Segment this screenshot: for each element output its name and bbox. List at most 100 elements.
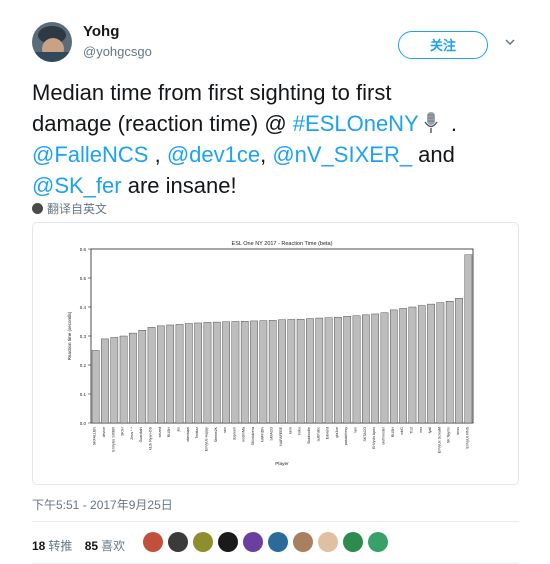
x-tick-label: NAFNDN <box>260 427 264 442</box>
x-tick-label: SKtACO <box>270 427 274 441</box>
chart-bar <box>306 318 314 424</box>
x-tick-label: Skadoodle <box>307 427 311 444</box>
x-tick-label: Twistzz <box>195 427 199 439</box>
liker-avatar[interactable] <box>318 532 338 552</box>
x-tick-label: GuardiaN <box>139 427 143 443</box>
chart-bar <box>408 306 417 424</box>
follow-button[interactable]: 关注 <box>398 31 488 59</box>
chart-bar <box>119 335 128 424</box>
liker-avatar[interactable] <box>218 532 238 552</box>
avatar[interactable] <box>32 22 72 62</box>
y-tick-label: 0.3 <box>80 334 87 339</box>
x-tick-label: Zeus * * <box>130 426 134 439</box>
x-tick-label: autimatic <box>316 427 320 442</box>
x-tick-label: device <box>102 427 106 437</box>
x-tick-label: olofmeister <box>381 426 385 444</box>
mention-link[interactable]: @SK_fer <box>32 173 122 198</box>
x-tick-label: EnVyUs ScreaM <box>437 427 441 453</box>
x-tick-label: bnus <box>456 427 460 435</box>
tweet-stats: 18 转推 85 喜欢 <box>32 537 134 554</box>
chart-bar <box>315 317 324 424</box>
chart-bar <box>464 254 473 424</box>
translate-link[interactable]: 翻译自英文 <box>32 200 107 217</box>
liker-avatar[interactable] <box>343 532 363 552</box>
x-axis-label: Player <box>275 461 289 467</box>
chart-bar <box>147 327 156 424</box>
liker-avatar[interactable] <box>293 532 313 552</box>
tweet-text-fragment: , <box>260 142 273 167</box>
tweet-text: Median time from first sighting to first… <box>32 77 522 201</box>
y-tick-label: 0.6 <box>80 247 87 252</box>
tweet-text-fragment: are insane! <box>121 173 237 198</box>
mention-link[interactable]: @FalleNCS <box>32 142 148 167</box>
tweet-line-4: @SK_fer are insane! <box>32 170 522 201</box>
x-tick-label: stanislaw <box>186 427 190 442</box>
liker-avatar[interactable] <box>243 532 263 552</box>
x-tick-label: kioShiMa <box>242 427 246 442</box>
y-tick-label: 0.2 <box>80 363 87 368</box>
x-tick-label: gla1ve <box>335 427 339 438</box>
x-tick-label: SKcoldzera <box>251 427 255 445</box>
globe-icon <box>32 203 43 214</box>
chart-bar <box>240 321 249 424</box>
x-tick-label: EnVyUs Happy <box>204 427 208 451</box>
tweet-text-fragment: and <box>412 142 455 167</box>
x-tick-label: EnVyUs SIXER <box>111 427 115 452</box>
x-tick-label: RUSH <box>167 427 171 438</box>
display-name[interactable]: Yohg <box>83 23 119 40</box>
retweet-count[interactable]: 18 转推 <box>32 539 72 553</box>
chevron-down-icon[interactable] <box>505 39 515 45</box>
x-tick-label: k1ck Ryan-OS <box>149 426 153 450</box>
mention-link[interactable]: @nV_SIXER_ <box>272 142 412 167</box>
chart-bar <box>417 305 426 424</box>
x-tick-label: tarik <box>288 427 292 434</box>
y-tick-label: 0.5 <box>80 276 87 281</box>
chart-bar <box>166 324 175 424</box>
y-tick-label: 0.0 <box>80 421 87 426</box>
hashtag-link[interactable]: #ESLOneNY <box>293 111 419 136</box>
liker-avatar[interactable] <box>193 532 213 552</box>
x-tick-label: RUSH <box>391 427 395 438</box>
chart-bar <box>455 298 463 424</box>
x-tick-label: SKfer <box>121 426 125 436</box>
tweet-media-chart[interactable]: 0.0 0.1 0.2 0.3 0.4 0.5 0.6 SKFALLEN device EnVyU… <box>32 222 519 485</box>
x-tick-label: seized <box>158 427 162 437</box>
chart-bar <box>371 313 380 424</box>
tweet-text-fragment: , <box>148 142 167 167</box>
liker-avatar[interactable] <box>268 532 288 552</box>
x-tick-label: EnVyUs RNS <box>465 426 469 448</box>
chart-bar <box>259 320 268 424</box>
liker-avatar[interactable] <box>143 532 163 552</box>
y-tick-label: 0.1 <box>80 392 87 397</box>
divider <box>32 521 519 522</box>
bar-chart: 0.0 0.1 0.2 0.3 0.4 0.5 0.6 SKFALLEN device EnVyU… <box>67 241 474 467</box>
x-tick-label: dupreeh <box>232 427 236 440</box>
x-tick-label: Edward <box>326 427 330 439</box>
chart-bar <box>389 309 398 424</box>
mention-link[interactable]: @dev1ce <box>167 142 260 167</box>
translate-label: 翻译自英文 <box>47 202 108 216</box>
chart-bar <box>399 308 407 424</box>
x-tick-label: ndrD <box>400 427 404 435</box>
x-tick-label: SKFALLEN <box>93 427 97 446</box>
user-handle[interactable]: @yohgcsgo <box>83 44 152 59</box>
chart-bar <box>445 300 454 424</box>
x-tick-label: SK flayms <box>447 427 451 443</box>
timestamp[interactable]: 下午5:51 - 2017年9月25日 <box>32 496 173 513</box>
y-axis-label: Reaction time (seconds) <box>67 311 72 360</box>
x-tick-label: jks <box>177 427 181 433</box>
chart-bar <box>334 316 342 424</box>
chart-bar <box>222 321 230 424</box>
tweet-text-fragment: . <box>444 111 457 136</box>
chart-bar <box>352 315 361 424</box>
chart-bar <box>343 316 352 424</box>
chart-bar <box>194 322 202 424</box>
like-count[interactable]: 85 喜欢 <box>85 539 125 553</box>
liker-avatar[interactable] <box>368 532 388 552</box>
chart-bar <box>212 321 221 424</box>
liker-avatar[interactable] <box>168 532 188 552</box>
x-tick-label: pasiakfresy <box>344 427 348 445</box>
chart-bar <box>278 319 286 424</box>
chart-bar <box>362 314 370 424</box>
chart-bar <box>110 337 119 424</box>
